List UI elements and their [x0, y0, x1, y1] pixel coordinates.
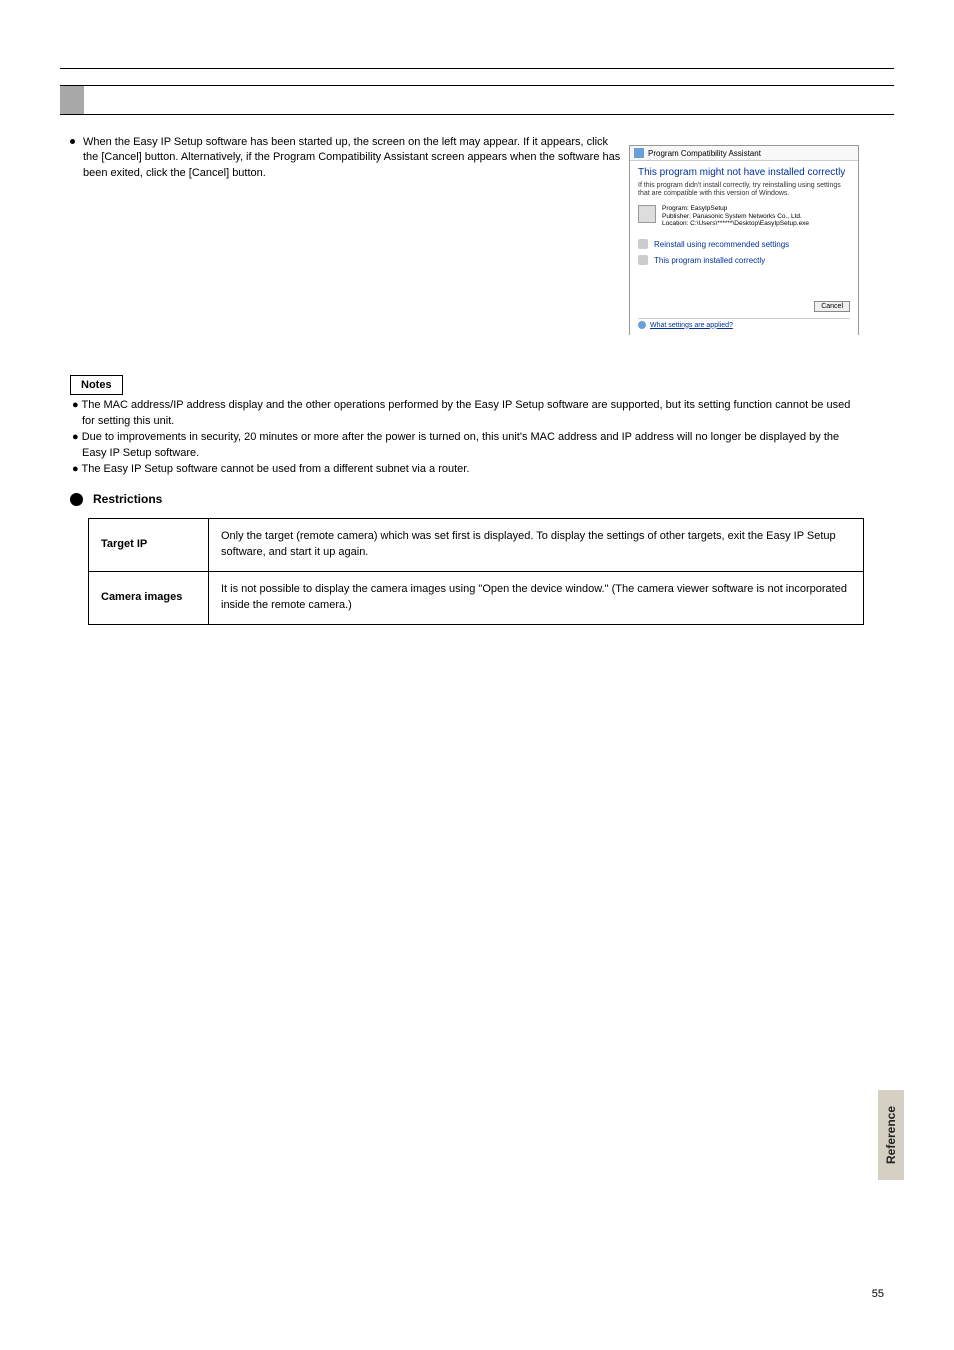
- note-b: ● Due to improvements in security, 20 mi…: [82, 430, 864, 462]
- compat-publisher: Publisher: Panasonic System Networks Co.…: [662, 213, 809, 221]
- compat-window-titlebar: Program Compatibility Assistant: [630, 146, 858, 161]
- notes-list: ● The MAC address/IP address display and…: [70, 398, 864, 478]
- cell-camera-images-desc: It is not possible to display the camera…: [209, 571, 864, 624]
- compat-option-installed[interactable]: This program installed correctly: [638, 252, 850, 268]
- restrictions-heading-row: Restrictions: [70, 492, 162, 506]
- shield-icon: [638, 239, 648, 249]
- notes-heading-box: Notes: [70, 375, 123, 395]
- side-tab-reference: Reference: [878, 1090, 904, 1180]
- note-a: ● The MAC address/IP address display and…: [82, 398, 864, 430]
- section-header-bar: [60, 85, 894, 115]
- compat-heading: This program might not have installed co…: [638, 167, 850, 178]
- arrow-icon: [638, 255, 648, 265]
- page-top-rule: [60, 68, 894, 69]
- info-icon: [638, 321, 646, 329]
- bullet-dot-icon: [70, 139, 75, 144]
- note-c: ● The Easy IP Setup software cannot be u…: [82, 462, 864, 478]
- compat-window-title: Program Compatibility Assistant: [648, 149, 761, 158]
- compat-location: Location: C:\Users\******\Desktop\EasyIp…: [662, 220, 809, 228]
- compat-program-block: Program: EasyIpSetup Publisher: Panasoni…: [638, 205, 850, 228]
- compat-option-reinstall-label: Reinstall using recommended settings: [654, 240, 789, 249]
- side-tab-label: Reference: [884, 1106, 898, 1164]
- table-row: Camera images It is not possible to disp…: [89, 571, 864, 624]
- compat-subtext: If this program didn't install correctly…: [638, 182, 850, 199]
- compat-option-reinstall[interactable]: Reinstall using recommended settings: [638, 236, 850, 252]
- compat-program-icon: [638, 205, 656, 223]
- compat-footer-text: What settings are applied?: [650, 322, 733, 329]
- restrictions-heading: Restrictions: [93, 492, 162, 506]
- cell-target-ip-desc: Only the target (remote camera) which wa…: [209, 519, 864, 572]
- solid-bullet-icon: [70, 493, 83, 506]
- cell-camera-images-label: Camera images: [89, 571, 209, 624]
- compat-window-icon: [634, 148, 644, 158]
- compat-cancel-button[interactable]: Cancel: [814, 301, 850, 312]
- compat-assistant-screenshot: Program Compatibility Assistant This pro…: [629, 145, 859, 335]
- table-row: Target IP Only the target (remote camera…: [89, 519, 864, 572]
- page-number: 55: [872, 1288, 884, 1300]
- section-header-gray-box: [60, 86, 84, 114]
- restrictions-table: Target IP Only the target (remote camera…: [88, 518, 864, 625]
- cell-target-ip-label: Target IP: [89, 519, 209, 572]
- compat-program-name: Program: EasyIpSetup: [662, 205, 809, 213]
- compat-option-installed-label: This program installed correctly: [654, 256, 765, 265]
- compat-footer-link[interactable]: What settings are applied?: [638, 318, 850, 329]
